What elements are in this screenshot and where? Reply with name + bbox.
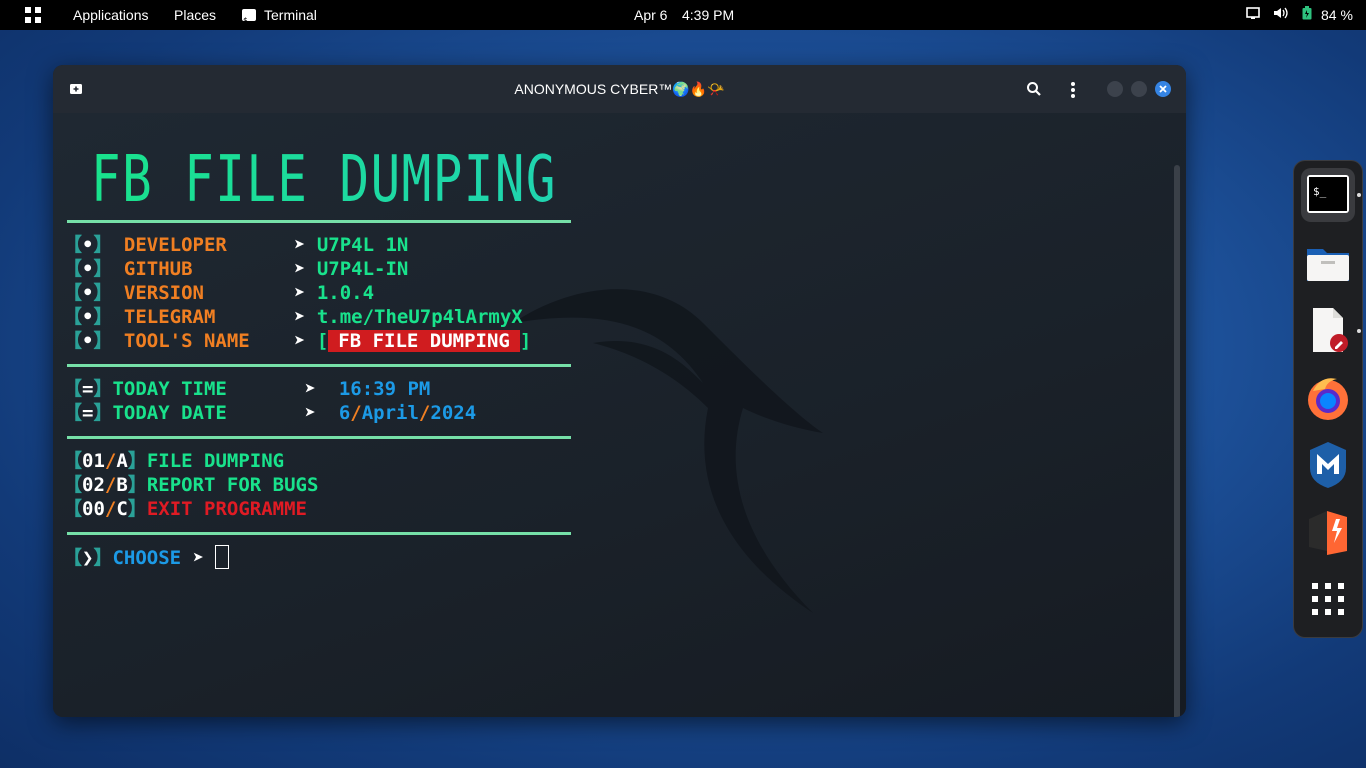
tool-name-badge: FB FILE DUMPING <box>328 330 520 352</box>
running-indicator <box>1357 193 1361 197</box>
metasploit-icon <box>1310 442 1346 488</box>
dock-burpsuite[interactable] <box>1301 505 1355 559</box>
volume-icon[interactable] <box>1273 0 1289 30</box>
terminal-icon <box>242 6 256 36</box>
text-editor-icon <box>1313 308 1348 352</box>
screen-icon[interactable] <box>1246 0 1260 30</box>
today-time-row: 【=】TODAY TIME ➤ 16:39 PM <box>63 378 431 400</box>
clock-date[interactable]: Apr 6 <box>634 0 667 30</box>
prompt-label: CHOOSE <box>112 547 182 569</box>
app-grid-icon <box>1312 583 1344 615</box>
battery-icon[interactable] <box>1302 0 1312 30</box>
menu-item-file-dumping: 【01/A】FILE DUMPING <box>63 450 285 472</box>
terminal-app-label: Terminal <box>264 7 317 23</box>
info-row-github: 【•】 GITHUB ➤ U7P4L-IN <box>63 258 409 280</box>
info-row-telegram: 【•】 TELEGRAM ➤ t.me/TheU7p4lArmyX <box>63 306 523 328</box>
prompt-line[interactable]: 【❯】CHOOSE ➤ <box>63 545 230 569</box>
minimize-button[interactable] <box>1107 81 1123 97</box>
scrollbar[interactable] <box>1174 165 1180 717</box>
clock-time[interactable]: 4:39 PM <box>682 0 734 30</box>
kali-dragon-watermark <box>513 289 823 613</box>
activities-grid-icon[interactable] <box>25 7 41 23</box>
firefox-icon <box>1308 378 1348 420</box>
menu-item-exit: 【00/C】EXIT PROGRAMME <box>63 498 307 520</box>
terminal-area[interactable]: FB FILE DUMPING 【•】 DEVELOPER ➤ U7P4L 1N … <box>53 113 1186 717</box>
title-bar[interactable]: ANONYMOUS CYBER™🌍🔥📯 <box>53 65 1186 113</box>
kebab-menu-icon[interactable] <box>1070 81 1076 104</box>
info-row-version: 【•】 VERSION ➤ 1.0.4 <box>63 282 375 304</box>
dock-terminal[interactable]: $_ <box>1301 168 1355 222</box>
dock: $_ <box>1293 160 1363 638</box>
places-menu[interactable]: Places <box>174 0 216 30</box>
new-tab-icon[interactable] <box>69 82 83 101</box>
top-bar: Applications Places Terminal Apr 6 4:39 … <box>0 0 1366 36</box>
terminal-app-menu[interactable]: Terminal <box>242 0 317 36</box>
search-icon[interactable] <box>1026 81 1042 102</box>
info-row-developer: 【•】 DEVELOPER ➤ U7P4L 1N <box>63 234 409 256</box>
dock-metasploit[interactable] <box>1301 438 1355 492</box>
running-indicator <box>1357 329 1361 333</box>
burpsuite-icon <box>1309 511 1347 555</box>
divider <box>67 436 571 439</box>
menu-item-report-bugs: 【02/B】REPORT FOR BUGS <box>63 474 319 496</box>
dock-show-apps[interactable] <box>1301 572 1355 626</box>
divider <box>67 220 571 223</box>
banner-title: FB FILE DUMPING <box>91 147 557 207</box>
info-row-tool-name: 【•】 TOOL'S NAME ➤ [FB FILE DUMPING] <box>63 330 532 352</box>
folder-icon <box>1307 249 1349 281</box>
battery-percent: 84 % <box>1321 7 1353 23</box>
text-cursor <box>215 545 230 569</box>
svg-text:$_: $_ <box>1313 185 1327 198</box>
terminal-icon: $_ <box>1307 175 1349 213</box>
window-title: ANONYMOUS CYBER™🌍🔥📯 <box>514 81 725 97</box>
terminal-window: ANONYMOUS CYBER™🌍🔥📯 FB FILE DUMPING 【•】 … <box>53 65 1186 717</box>
dock-text-editor[interactable] <box>1301 304 1355 358</box>
applications-menu[interactable]: Applications <box>73 0 149 30</box>
divider <box>67 532 571 535</box>
maximize-button[interactable] <box>1131 81 1147 97</box>
close-button[interactable] <box>1155 81 1171 102</box>
banner-text: FB FILE DUMPING <box>91 147 557 207</box>
dock-firefox[interactable] <box>1301 371 1355 425</box>
today-date-row: 【=】TODAY DATE ➤ 6/April/2024 <box>63 402 477 424</box>
dock-files[interactable] <box>1301 237 1355 291</box>
divider <box>67 364 571 367</box>
